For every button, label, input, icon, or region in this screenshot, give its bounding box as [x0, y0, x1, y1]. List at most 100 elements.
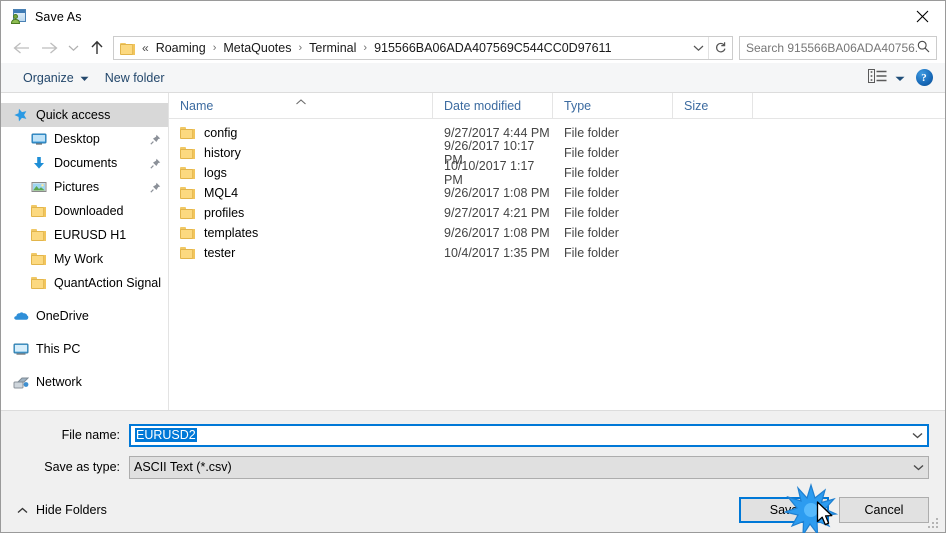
star-icon	[13, 107, 29, 123]
sidebar-item-network[interactable]: Network	[1, 370, 168, 394]
address-bar[interactable]: « Roaming › MetaQuotes › Terminal › 9155…	[113, 35, 733, 60]
help-icon[interactable]: ?	[911, 67, 937, 89]
save-as-type-select[interactable]: ASCII Text (*.csv)	[129, 455, 929, 479]
folder-icon	[180, 145, 196, 161]
sidebar-item-label: QuantAction Signal	[54, 276, 162, 290]
up-icon[interactable]	[83, 35, 111, 61]
folder-icon	[180, 185, 196, 201]
table-row[interactable]: config 9/27/2017 4:44 PM File folder	[169, 123, 945, 143]
breadcrumb-separator: ›	[363, 41, 368, 54]
folder-icon	[180, 125, 196, 141]
folder-icon	[180, 245, 196, 261]
navigation-sidebar: Quick access Desktop Documents Pictures …	[1, 93, 169, 410]
refresh-icon[interactable]	[708, 36, 732, 59]
chevron-down-icon	[80, 71, 89, 85]
save-as-type-chevron-down-icon[interactable]	[908, 464, 928, 471]
column-header-label: Name	[180, 98, 214, 113]
save-as-dialog: Save As « Roaming › MetaQuotes › Termina	[0, 0, 946, 533]
file-name-value[interactable]: EURUSD2	[131, 428, 907, 442]
new-folder-button[interactable]: New folder	[97, 67, 173, 89]
table-row[interactable]: history 9/26/2017 10:17 PM File folder	[169, 139, 945, 167]
file-date-cell: 10/4/2017 1:35 PM	[444, 246, 550, 260]
sidebar-item-quantaction-signal[interactable]: QuantAction Signal	[1, 271, 168, 295]
column-header-size[interactable]: Size	[673, 92, 753, 119]
file-name-cell: tester	[169, 245, 433, 261]
file-name-selected-text[interactable]: EURUSD2	[135, 428, 197, 442]
sidebar-item-this-pc[interactable]: This PC	[1, 337, 168, 361]
help-label: ?	[915, 69, 933, 86]
address-chevron-down-icon[interactable]	[688, 37, 708, 59]
search-input[interactable]: Search 915566BA06ADA40756...	[746, 41, 917, 55]
search-box[interactable]: Search 915566BA06ADA40756...	[739, 35, 937, 60]
folder-icon	[180, 225, 196, 241]
back-icon[interactable]	[7, 35, 35, 61]
column-header-name[interactable]: Name	[169, 92, 433, 119]
forward-icon[interactable]	[35, 35, 63, 61]
this-pc-icon	[13, 341, 29, 357]
sidebar-item-label: My Work	[54, 252, 104, 266]
file-type-cell: File folder	[564, 146, 619, 160]
hide-folders-button[interactable]: Hide Folders	[9, 503, 107, 517]
file-name-label: config	[204, 126, 238, 140]
file-name-label: templates	[204, 226, 259, 240]
save-button[interactable]: Save	[739, 496, 829, 523]
save-as-type-row: Save as type: ASCII Text (*.csv)	[17, 455, 929, 479]
table-row[interactable]: profiles 9/27/2017 4:21 PM File folder	[169, 203, 945, 223]
sidebar-item-label: Network	[36, 375, 82, 389]
navigation-bar: « Roaming › MetaQuotes › Terminal › 9155…	[1, 32, 945, 63]
pin-icon[interactable]	[148, 134, 162, 145]
organize-button[interactable]: Organize	[15, 67, 97, 89]
cancel-button[interactable]: Cancel	[839, 496, 929, 523]
view-mode-button[interactable]	[862, 65, 911, 90]
file-type-cell: File folder	[564, 206, 619, 220]
column-header-date-modified[interactable]: Date modified	[433, 92, 553, 119]
column-header-type[interactable]: Type	[553, 92, 673, 119]
file-date-cell: 9/27/2017 4:44 PM	[444, 126, 550, 140]
column-header-row: Name Date modified Type Size	[169, 92, 945, 119]
file-name-input[interactable]: EURUSD2	[129, 423, 929, 447]
sidebar-item-label: Pictures	[54, 180, 100, 194]
onedrive-cloud-icon	[13, 308, 29, 324]
breadcrumb-prefix: «	[142, 40, 149, 55]
file-name-label: logs	[204, 166, 227, 180]
sidebar-item-documents[interactable]: Documents	[1, 151, 168, 175]
sidebar-item-desktop[interactable]: Desktop	[1, 127, 168, 151]
sidebar-item-downloaded[interactable]: Downloaded	[1, 199, 168, 223]
breadcrumb-item-metaquotes[interactable]: MetaQuotes	[221, 37, 293, 59]
file-name-label: MQL4	[204, 186, 239, 200]
sidebar-item-eurusd-h1[interactable]: EURUSD H1	[1, 223, 168, 247]
pin-icon[interactable]	[148, 158, 162, 169]
file-date-cell: 10/10/2017 1:17 PM	[444, 159, 535, 187]
list-view-icon	[868, 69, 887, 86]
resize-grip-icon[interactable]	[928, 516, 941, 529]
window-title: Save As	[35, 9, 82, 24]
file-name-chevron-down-icon[interactable]	[907, 432, 927, 439]
table-row[interactable]: MQL4 9/26/2017 1:08 PM File folder	[169, 183, 945, 203]
file-type-cell: File folder	[564, 186, 619, 200]
table-row[interactable]: templates 9/26/2017 1:08 PM File folder	[169, 223, 945, 243]
sidebar-item-quick-access[interactable]: Quick access	[1, 103, 168, 127]
table-row[interactable]: logs 10/10/2017 1:17 PM File folder	[169, 159, 945, 187]
view-chevron-down-icon[interactable]	[895, 71, 905, 85]
pin-icon[interactable]	[148, 182, 162, 193]
sidebar-item-onedrive[interactable]: OneDrive	[1, 304, 168, 328]
network-icon	[13, 374, 30, 390]
sidebar-item-my-work[interactable]: My Work	[1, 247, 168, 271]
breadcrumb-item-roaming[interactable]: Roaming	[154, 37, 208, 59]
file-name-label: profiles	[204, 206, 245, 220]
file-name-cell: logs	[169, 165, 433, 181]
close-icon[interactable]	[899, 1, 945, 32]
breadcrumb-separator: ›	[298, 41, 303, 54]
sidebar-item-pictures[interactable]: Pictures	[1, 175, 168, 199]
sidebar-item-label: Downloaded	[54, 204, 124, 218]
folder-icon	[31, 275, 47, 291]
table-row[interactable]: tester 10/4/2017 1:35 PM File folder	[169, 243, 945, 263]
file-type-cell: File folder	[564, 246, 619, 260]
file-date-cell: 9/27/2017 4:21 PM	[444, 206, 550, 220]
breadcrumb-item-guid[interactable]: 915566BA06ADA407569C544CC0D97611	[372, 37, 613, 59]
caret-up-icon	[295, 94, 306, 108]
breadcrumb-item-terminal[interactable]: Terminal	[307, 37, 358, 59]
recent-locations-chevron-down-icon[interactable]	[63, 35, 83, 61]
